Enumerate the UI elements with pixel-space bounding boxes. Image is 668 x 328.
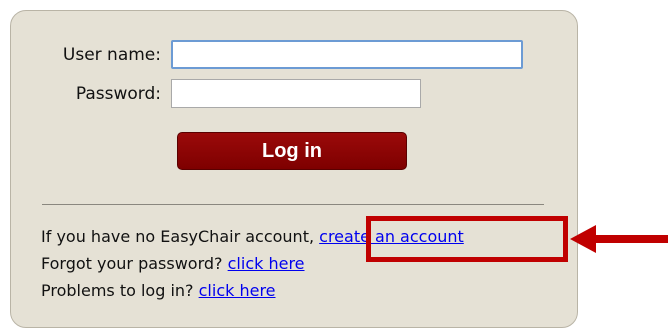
password-input[interactable]: [171, 79, 421, 108]
password-label: Password:: [75, 83, 161, 104]
password-row: Password:: [41, 79, 421, 108]
create-account-link[interactable]: create an account: [319, 227, 464, 246]
username-input[interactable]: [171, 40, 523, 69]
username-label: User name:: [62, 44, 161, 65]
login-panel: User name: Password: Log in If you have …: [10, 10, 578, 328]
problems-link[interactable]: click here: [199, 281, 276, 300]
divider: [42, 204, 544, 205]
login-button[interactable]: Log in: [177, 132, 407, 170]
username-row: User name:: [41, 40, 523, 69]
forgot-password-line: Forgot your password? click here: [41, 254, 305, 273]
left-arrow-icon: [570, 225, 668, 253]
forgot-password-link[interactable]: click here: [228, 254, 305, 273]
no-account-line: If you have no EasyChair account, create…: [41, 227, 464, 246]
no-account-text: If you have no EasyChair account,: [41, 227, 320, 246]
problems-line: Problems to log in? click here: [41, 281, 276, 300]
forgot-password-text: Forgot your password?: [41, 254, 228, 273]
problems-text: Problems to log in?: [41, 281, 199, 300]
